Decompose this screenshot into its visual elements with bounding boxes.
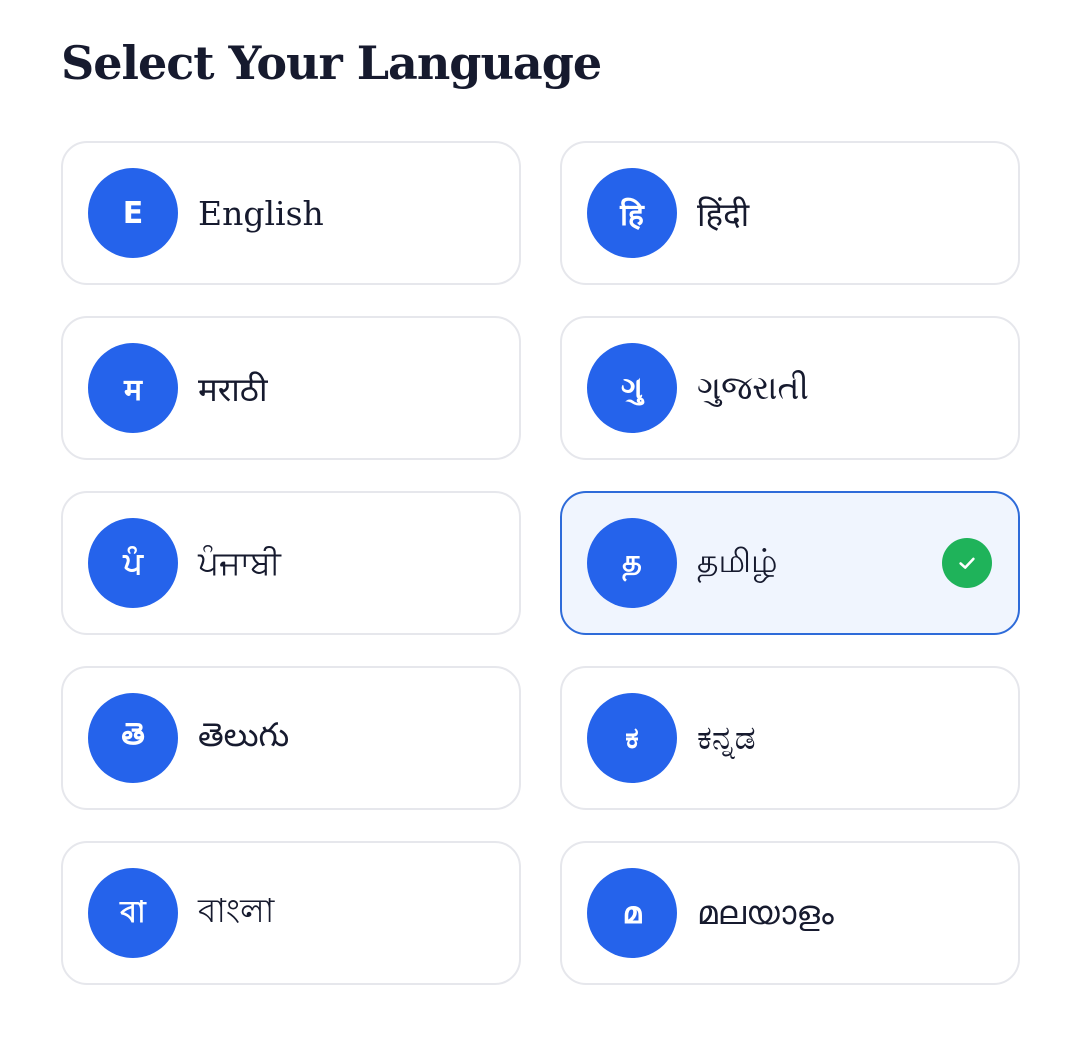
- language-badge: த: [587, 518, 677, 608]
- language-option-hindi[interactable]: हि हिंदी: [560, 141, 1020, 285]
- language-name: हिंदी: [697, 194, 750, 234]
- language-badge: മ: [587, 868, 677, 958]
- language-name: मराठी: [198, 369, 268, 409]
- language-option-punjabi[interactable]: ਪੰ ਪੰਜਾਬੀ: [61, 491, 521, 635]
- language-name: বাংলা: [198, 891, 275, 930]
- language-option-gujarati[interactable]: ગુ ગુજરાતી: [560, 316, 1020, 460]
- language-option-bengali[interactable]: বা বাংলা: [61, 841, 521, 985]
- language-option-malayalam[interactable]: മ മലയാളം: [560, 841, 1020, 985]
- language-badge: తె: [88, 693, 178, 783]
- language-badge: বা: [88, 868, 178, 958]
- language-badge: ગુ: [587, 343, 677, 433]
- language-name: ਪੰਜਾਬੀ: [198, 543, 281, 582]
- language-badge: ಕ: [587, 693, 677, 783]
- language-badge: म: [88, 343, 178, 433]
- language-name: తెలుగు: [198, 714, 290, 754]
- language-name: தமிழ்: [697, 541, 778, 580]
- language-option-kannada[interactable]: ಕ ಕನ್ನಡ: [560, 666, 1020, 810]
- language-badge: E: [88, 168, 178, 258]
- language-option-english[interactable]: E English: [61, 141, 521, 285]
- check-circle-icon: [942, 538, 992, 588]
- language-option-telugu[interactable]: తె తెలుగు: [61, 666, 521, 810]
- language-badge: हि: [587, 168, 677, 258]
- language-option-tamil[interactable]: த தமிழ்: [560, 491, 1020, 635]
- language-badge: ਪੰ: [88, 518, 178, 608]
- language-name: ગુજરાતી: [697, 368, 809, 407]
- page-title: Select Your Language: [61, 36, 602, 90]
- language-name: English: [198, 193, 324, 233]
- language-name: ಕನ್ನಡ: [697, 718, 756, 757]
- language-name: മലയാളം: [697, 893, 834, 932]
- language-grid: E English हि हिंदी म मराठी ગુ ગુજરાતી ਪੰ…: [61, 141, 1020, 985]
- language-option-marathi[interactable]: म मराठी: [61, 316, 521, 460]
